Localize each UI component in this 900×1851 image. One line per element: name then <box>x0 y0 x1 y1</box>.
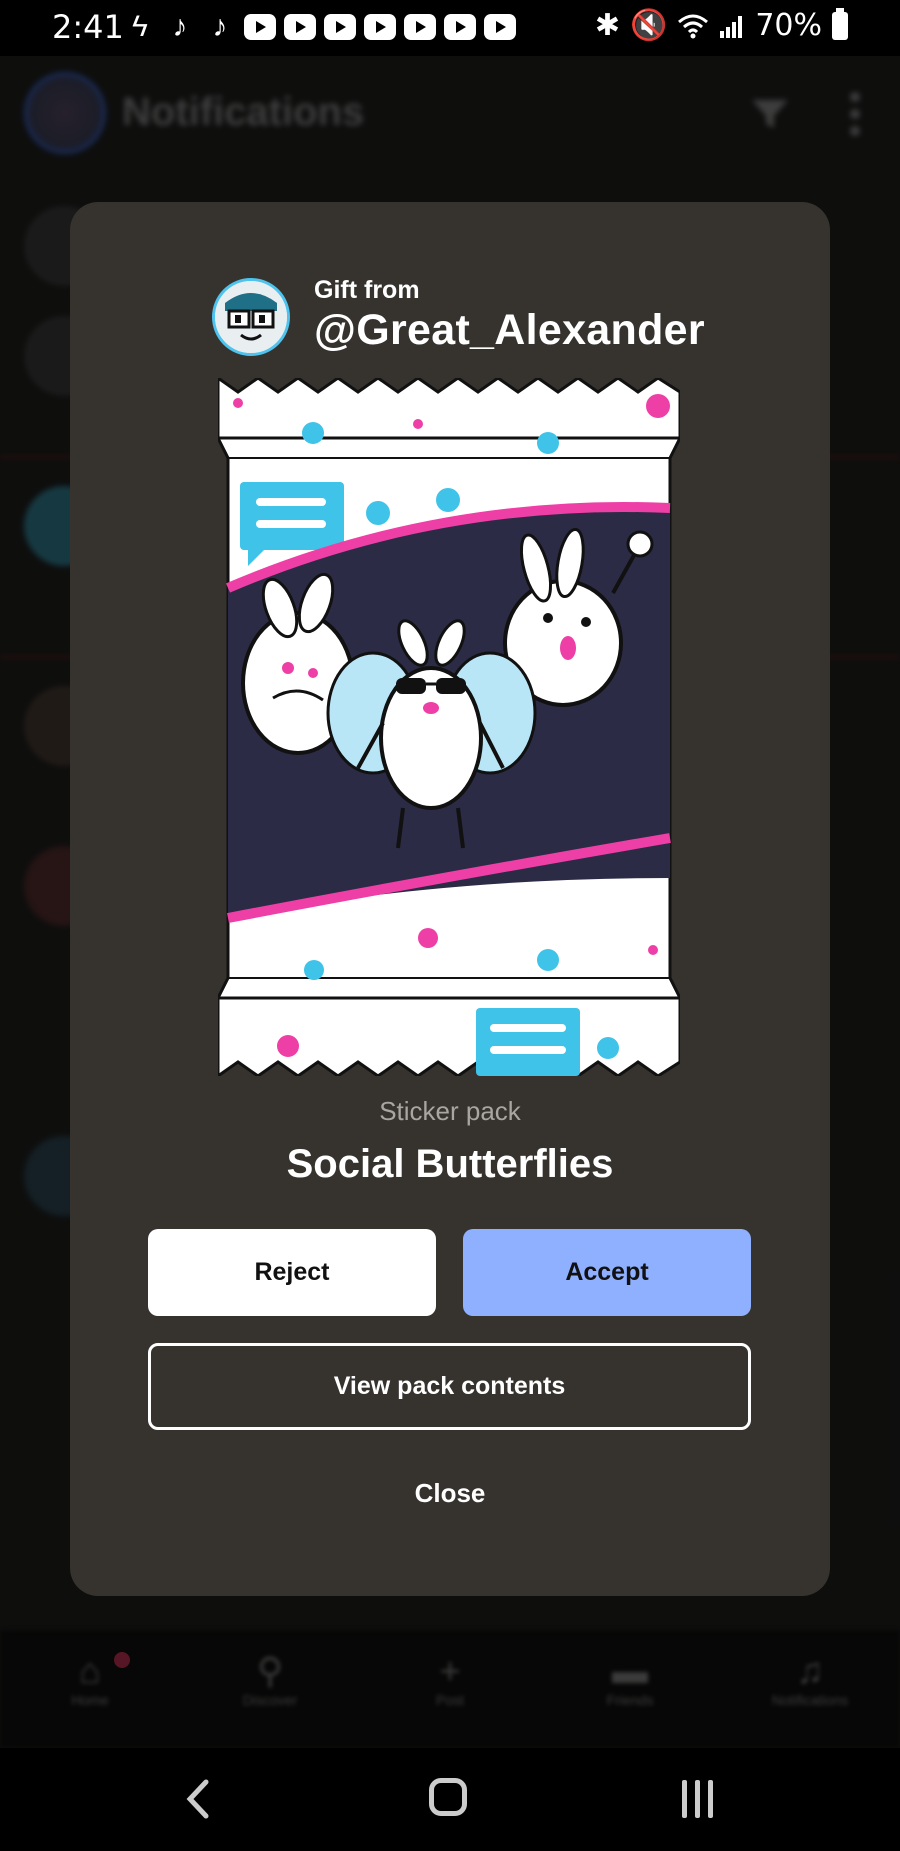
gift-sender-username: @Great_Alexander <box>314 306 705 354</box>
battery-icon <box>832 7 848 40</box>
view-pack-contents-button[interactable]: View pack contents <box>148 1343 751 1430</box>
back-icon[interactable] <box>180 1778 220 1820</box>
youtube-icon <box>444 14 476 40</box>
pack-name: Social Butterflies <box>286 1142 614 1186</box>
system-icons: ✱ 🔇 70% <box>594 7 848 43</box>
youtube-icon <box>244 14 276 40</box>
status-bar: 2:41 ϟ ♪ ♪ ✱ 🔇 70% <box>0 0 900 56</box>
recents-icon[interactable] <box>682 1780 713 1818</box>
tiktok-icon: ♪ <box>212 10 228 43</box>
home-button-icon[interactable] <box>429 1778 467 1816</box>
signal-icon <box>720 15 743 38</box>
close-button[interactable]: Close <box>350 1458 550 1528</box>
lightning-icon: ϟ <box>132 10 148 43</box>
wifi-icon <box>678 14 709 38</box>
status-time: 2:41 <box>52 8 124 46</box>
gift-modal: Gift from @Great_Alexander Sticker pack … <box>70 202 830 1596</box>
youtube-icon <box>364 14 396 40</box>
reject-button[interactable]: Reject <box>148 1229 436 1316</box>
youtube-icon <box>284 14 316 40</box>
pack-type-label: Sticker pack <box>379 1096 521 1126</box>
system-nav-bar <box>0 1748 900 1851</box>
bluetooth-icon: ✱ <box>594 8 620 43</box>
sticker-pack-image <box>218 378 680 1076</box>
accept-button[interactable]: Accept <box>463 1229 751 1316</box>
battery-percent: 70% <box>755 8 822 43</box>
mute-icon: 🔇 <box>629 8 668 43</box>
youtube-icon <box>324 14 356 40</box>
tiktok-icon: ♪ <box>172 10 188 43</box>
sender-avatar <box>212 278 290 356</box>
gift-from-label: Gift from <box>314 276 420 304</box>
youtube-icon <box>484 14 516 40</box>
youtube-icon <box>404 14 436 40</box>
notification-icons: ϟ ♪ ♪ <box>124 10 516 44</box>
sender-avatar-image <box>215 281 287 353</box>
